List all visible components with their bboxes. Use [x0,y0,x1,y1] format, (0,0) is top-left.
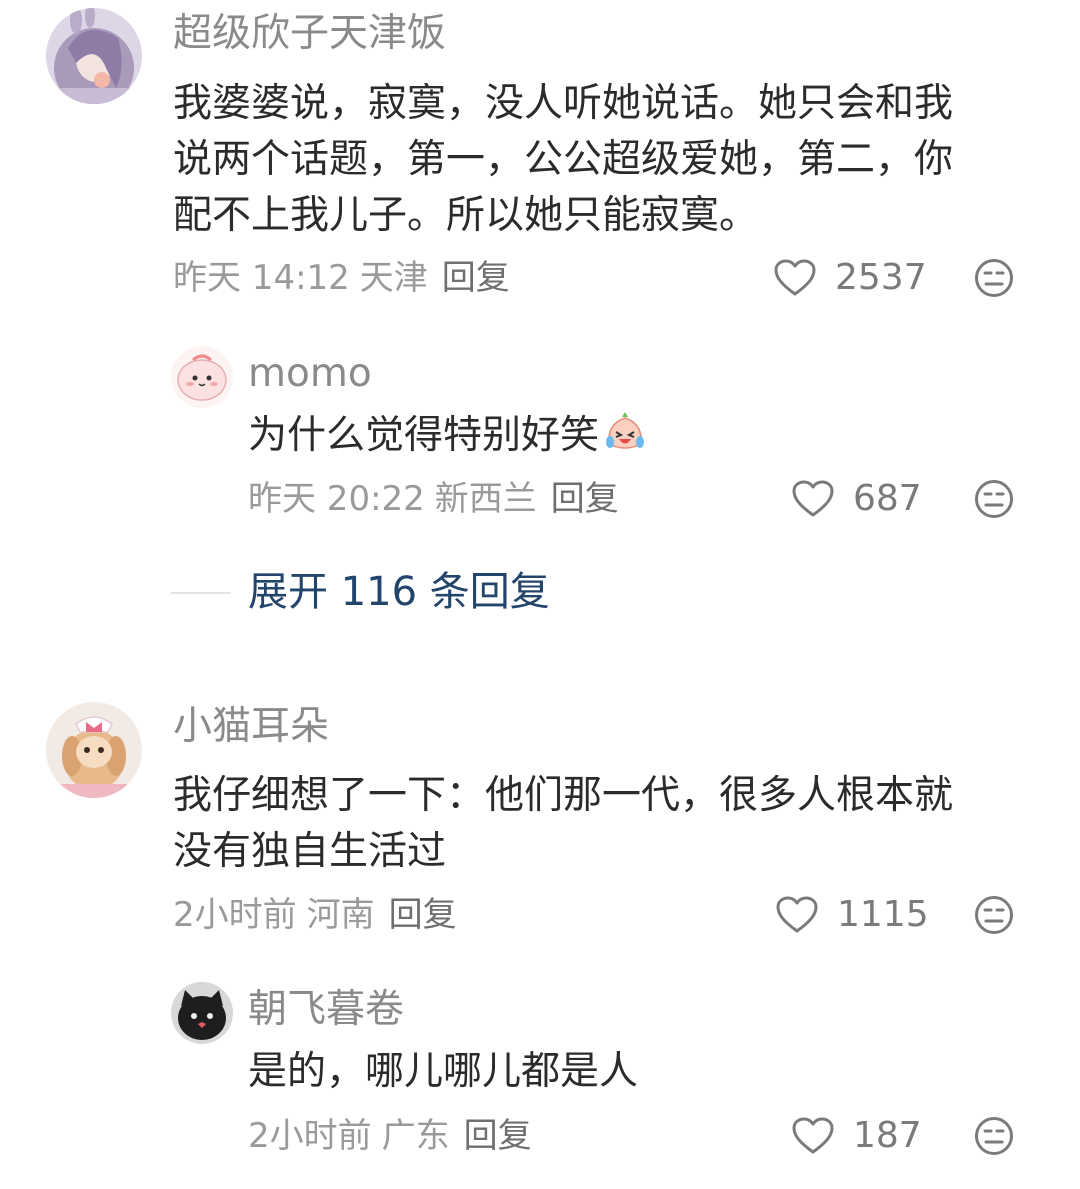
comment-time: 昨天 20:22 [248,479,425,519]
expand-replies-button[interactable]: 展开 116 条回复 [248,572,550,612]
heart-icon [792,1117,834,1154]
comment-location: 河南 [306,895,375,935]
avatar-plush-toy-icon [46,702,142,798]
like-count: 187 [853,1115,922,1156]
comment-line: 我婆婆说，寂寞，没人听她说话。她只会和我 [173,81,954,126]
avatar[interactable] [46,8,142,104]
dislike-button[interactable] [974,258,1014,298]
username[interactable]: 朝飞暮卷 [248,990,404,1029]
comment-meta: 昨天 14:12 天津 回复 [173,261,510,295]
like-count: 1115 [837,894,929,935]
username[interactable]: 小猫耳朵 [173,707,329,746]
reply-button[interactable]: 回复 [442,258,510,298]
dislike-button[interactable] [974,1116,1014,1156]
comment-location: 广东 [381,1116,450,1156]
avatar-pink-blob-icon [171,346,233,408]
comment-text: 为什么觉得特别好笑 [248,408,649,464]
avatar-black-cat-icon [171,982,233,1044]
like-count: 2537 [835,257,927,298]
comment-time: 2小时前 [173,895,297,935]
comment-line: 为什么觉得特别好笑 [248,413,600,458]
unhappy-face-icon [975,480,1013,518]
reply-button[interactable]: 回复 [389,895,457,935]
unhappy-face-icon [975,896,1013,934]
unhappy-face-icon [975,1117,1013,1155]
comment-line: 配不上我儿子。所以她只能寂寞。 [173,193,759,238]
heart-icon [776,896,818,933]
unhappy-face-icon [975,259,1013,297]
like-button[interactable]: 687 [791,479,922,519]
comment-meta: 2小时前 河南 回复 [173,898,457,932]
heart-icon [792,480,834,517]
comment-location: 天津 [359,258,428,298]
laughing-crying-emoji-icon [606,412,645,449]
comment-time: 昨天 14:12 [173,258,350,298]
comment-text: 是的，哪儿哪儿都是人 [248,1044,638,1100]
reply-button[interactable]: 回复 [464,1116,532,1156]
comment-time: 2小时前 [248,1116,372,1156]
comment-location: 新西兰 [434,479,537,519]
comment-line: 没有独自生活过 [173,829,447,874]
avatar[interactable] [171,982,233,1044]
dislike-button[interactable] [974,479,1014,519]
avatar-purple-hair-girl-icon [46,8,142,104]
comment-meta: 昨天 20:22 新西兰 回复 [248,482,619,516]
heart-icon [774,259,816,296]
like-button[interactable]: 1115 [775,895,929,935]
avatar[interactable] [171,346,233,408]
comment-meta: 2小时前 广东 回复 [248,1119,532,1153]
like-count: 687 [853,478,922,519]
comment-line: 说两个话题，第一，公公超级爱她，第二，你 [173,137,954,182]
dislike-button[interactable] [974,895,1014,935]
username[interactable]: momo [248,354,372,393]
username[interactable]: 超级欣子天津饭 [173,14,446,53]
like-button[interactable]: 2537 [773,258,927,298]
comment-line: 我仔细想了一下：他们那一代，很多人根本就 [173,773,954,818]
avatar[interactable] [46,702,142,798]
reply-button[interactable]: 回复 [551,479,619,519]
comment-text: 我婆婆说，寂寞，没人听她说话。她只会和我 说两个话题，第一，公公超级爱她，第二，… [173,76,953,244]
like-button[interactable]: 187 [791,1116,922,1156]
expand-divider [171,592,231,594]
comment-line: 是的，哪儿哪儿都是人 [248,1049,639,1094]
comment-text: 我仔细想了一下：他们那一代，很多人根本就 没有独自生活过 [173,768,953,880]
